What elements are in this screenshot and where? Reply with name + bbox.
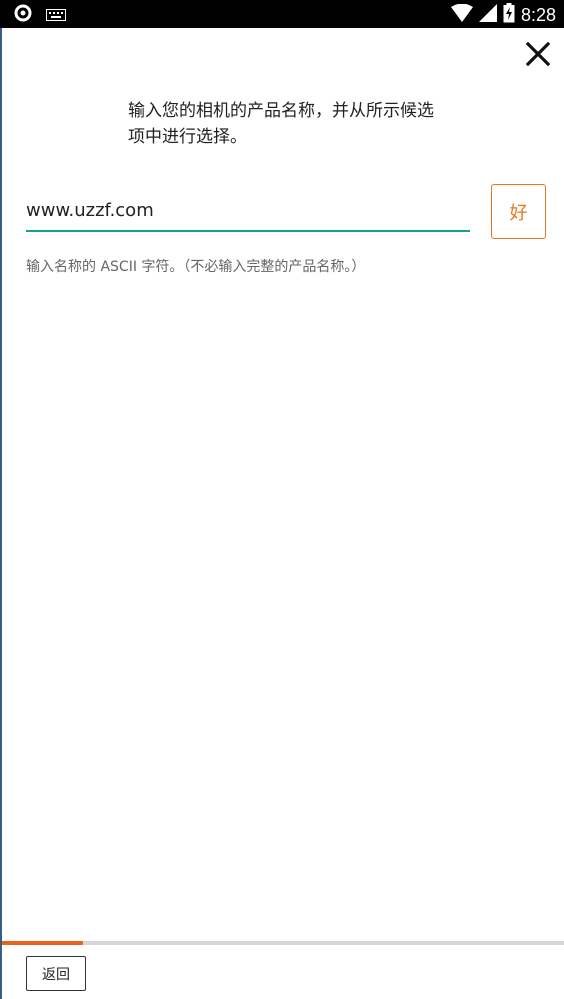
progress-bar [2, 941, 564, 945]
input-row: 好 [26, 184, 546, 242]
hint-text: 输入名称的 ASCII 字符。（不必输入完整的产品名称。） [26, 259, 366, 275]
battery-charging-icon [503, 3, 515, 27]
status-bar: 8:28 [0, 0, 564, 28]
close-icon [525, 41, 551, 70]
wifi-icon [450, 3, 473, 26]
close-button[interactable] [524, 41, 552, 70]
back-button[interactable]: 返回 [26, 956, 86, 991]
signal-icon [478, 4, 497, 26]
product-name-input[interactable] [26, 194, 470, 232]
product-name-dialog: 输入您的相机的产品名称，并从所示候选项中进行选择。 好 输入名称的 ASCII … [0, 28, 564, 999]
progress-fill [2, 941, 84, 945]
status-right-icons: 8:28 [450, 3, 556, 27]
status-left-icons [14, 4, 66, 26]
ok-button[interactable]: 好 [491, 184, 546, 239]
instruction-text: 输入您的相机的产品名称，并从所示候选项中进行选择。 [128, 101, 434, 147]
app-circle-icon [14, 4, 32, 26]
keyboard-icon [46, 6, 66, 25]
status-time: 8:28 [520, 5, 556, 25]
